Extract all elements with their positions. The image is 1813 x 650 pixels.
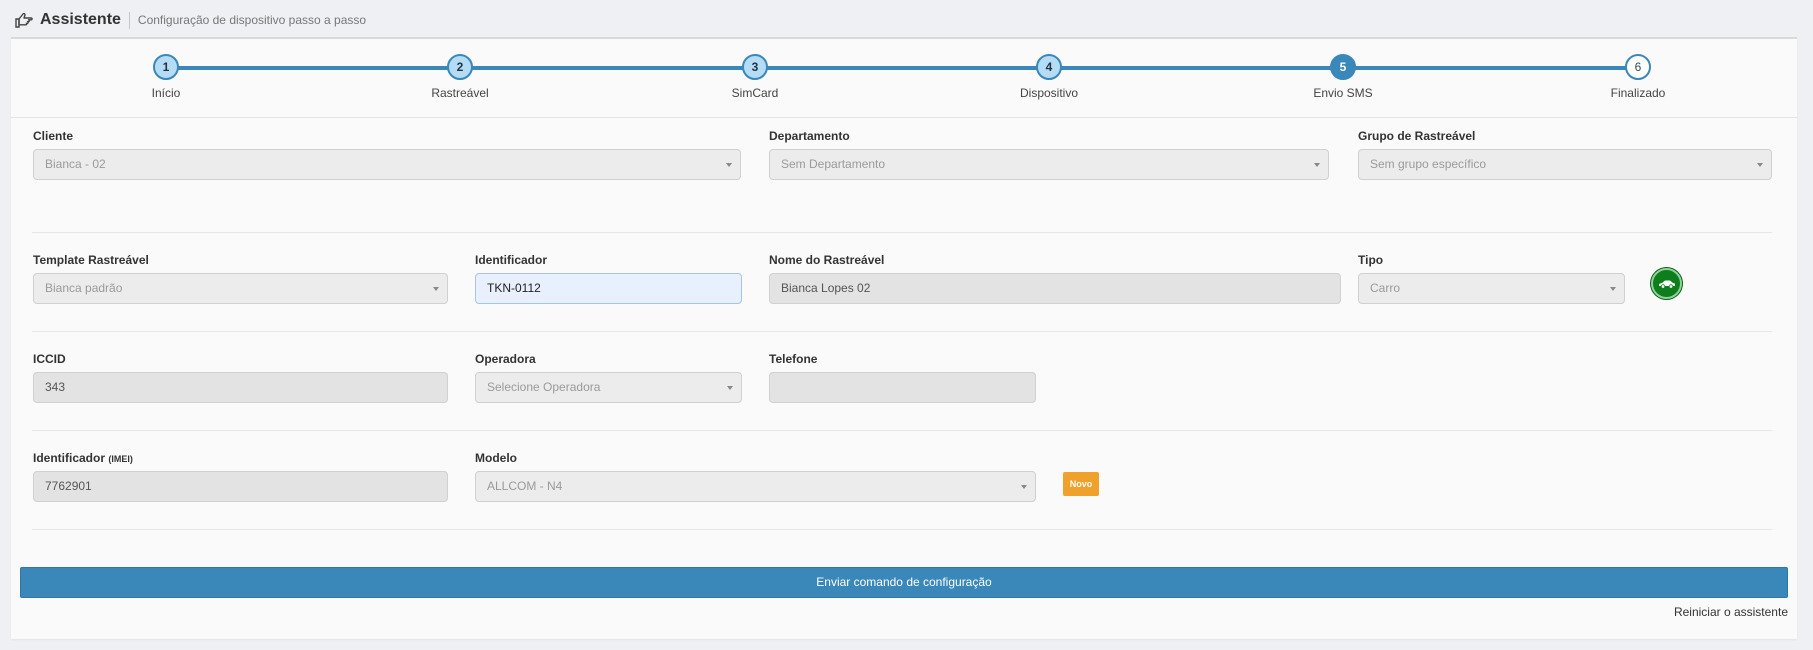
modelo-value: ALLCOM - N4 [487, 479, 563, 493]
operadora-value: Selecione Operadora [487, 380, 601, 394]
chevron-down-icon [1757, 163, 1763, 167]
step-number: 5 [1330, 54, 1356, 80]
identificador-label: Identificador [475, 253, 548, 267]
imei-label-text: Identificador [33, 451, 106, 465]
field-grupo: Grupo de Rastreável Sem grupo específico [1358, 128, 1772, 180]
wizard-step-6[interactable]: 6 Finalizado [1563, 54, 1713, 100]
modelo-select[interactable]: ALLCOM - N4 [475, 471, 1036, 502]
header-divider [128, 11, 130, 29]
step-label: SimCard [731, 86, 779, 100]
step-number: 4 [1036, 54, 1062, 80]
row-divider [32, 331, 1772, 332]
step-label: Finalizado [1610, 86, 1666, 100]
imei-input[interactable]: 7762901 [33, 471, 448, 502]
wizard-step-5[interactable]: 5 Envio SMS [1268, 54, 1418, 100]
iccid-label: ICCID [33, 352, 66, 366]
step-label: Dispositivo [1019, 86, 1079, 100]
departamento-value: Sem Departamento [781, 157, 886, 171]
page-subtitle: Configuração de dispositivo passo a pass… [137, 13, 367, 27]
page-title: Assistente [40, 11, 121, 28]
wizard-step-3[interactable]: 3 SimCard [680, 54, 830, 100]
operadora-label: Operadora [475, 352, 536, 366]
step-number: 6 [1625, 54, 1651, 80]
step-number: 2 [447, 54, 473, 80]
hand-pointing-icon [15, 12, 33, 28]
telefone-label: Telefone [769, 352, 818, 366]
chevron-down-icon [1021, 485, 1027, 489]
step-label: Início [151, 86, 181, 100]
wizard-step-2[interactable]: 2 Rastreável [385, 54, 535, 100]
telefone-input[interactable] [769, 372, 1036, 403]
cliente-label: Cliente [33, 129, 74, 143]
chevron-down-icon [727, 386, 733, 390]
cliente-select[interactable]: Bianca - 02 [33, 149, 741, 180]
chevron-down-icon [726, 163, 732, 167]
field-departamento: Departamento Sem Departamento [769, 128, 1329, 180]
row-divider [32, 232, 1772, 233]
tipo-label: Tipo [1358, 253, 1384, 267]
field-identificador: Identificador TKN-0112 [475, 252, 742, 304]
send-config-button[interactable]: Enviar comando de configuração [20, 567, 1788, 598]
tipo-select[interactable]: Carro [1358, 273, 1625, 304]
wizard-steps: 1 Início 2 Rastreável 3 SimCard 4 Dispos… [11, 39, 1797, 118]
field-telefone: Telefone [769, 351, 1036, 403]
field-template: Template Rastreável Bianca padrão [33, 252, 448, 304]
step-label: Envio SMS [1313, 86, 1373, 100]
wizard-divider [11, 117, 1797, 118]
wizard-panel: 1 Início 2 Rastreável 3 SimCard 4 Dispos… [11, 37, 1797, 639]
field-imei: Identificador (IMEI) 7762901 [33, 450, 448, 502]
operadora-select[interactable]: Selecione Operadora [475, 372, 742, 403]
template-select[interactable]: Bianca padrão [33, 273, 448, 304]
field-modelo: Modelo ALLCOM - N4 [475, 450, 1036, 502]
grupo-select[interactable]: Sem grupo específico [1358, 149, 1772, 180]
field-tipo: Tipo Carro [1358, 252, 1625, 304]
chevron-down-icon [433, 287, 439, 291]
row-divider [32, 430, 1772, 431]
tipo-icon-button[interactable] [1651, 268, 1682, 299]
chevron-down-icon [1610, 287, 1616, 291]
grupo-value: Sem grupo específico [1370, 157, 1487, 171]
template-label: Template Rastreável [33, 253, 149, 267]
chevron-down-icon [1314, 163, 1320, 167]
wizard-step-1[interactable]: 1 Início [91, 54, 241, 100]
tipo-value: Carro [1370, 281, 1401, 295]
departamento-label: Departamento [769, 129, 850, 143]
field-cliente: Cliente Bianca - 02 [33, 128, 741, 180]
field-iccid: ICCID 343 [33, 351, 448, 403]
field-operadora: Operadora Selecione Operadora [475, 351, 742, 403]
identificador-input[interactable]: TKN-0112 [475, 273, 742, 304]
novo-modelo-button[interactable]: Novo [1063, 472, 1099, 496]
restart-wizard-link[interactable]: Reiniciar o assistente [1674, 605, 1788, 619]
car-icon [1658, 280, 1675, 289]
wizard-step-4[interactable]: 4 Dispositivo [974, 54, 1124, 100]
iccid-input[interactable]: 343 [33, 372, 448, 403]
template-value: Bianca padrão [45, 281, 123, 295]
imei-label: Identificador (IMEI) [33, 450, 448, 467]
cliente-value: Bianca - 02 [45, 157, 106, 171]
field-nome: Nome do Rastreável Bianca Lopes 02 [769, 252, 1341, 304]
modelo-label: Modelo [475, 451, 517, 465]
nome-input[interactable]: Bianca Lopes 02 [769, 273, 1341, 304]
step-number: 1 [153, 54, 179, 80]
grupo-label: Grupo de Rastreável [1358, 129, 1476, 143]
page-header: Assistente Configuração de dispositivo p… [14, 8, 366, 32]
step-label: Rastreável [431, 86, 489, 100]
imei-label-suffix: (IMEI) [108, 454, 133, 464]
departamento-select[interactable]: Sem Departamento [769, 149, 1329, 180]
step-number: 3 [742, 54, 768, 80]
row-divider [32, 529, 1772, 530]
nome-label: Nome do Rastreável [769, 253, 885, 267]
